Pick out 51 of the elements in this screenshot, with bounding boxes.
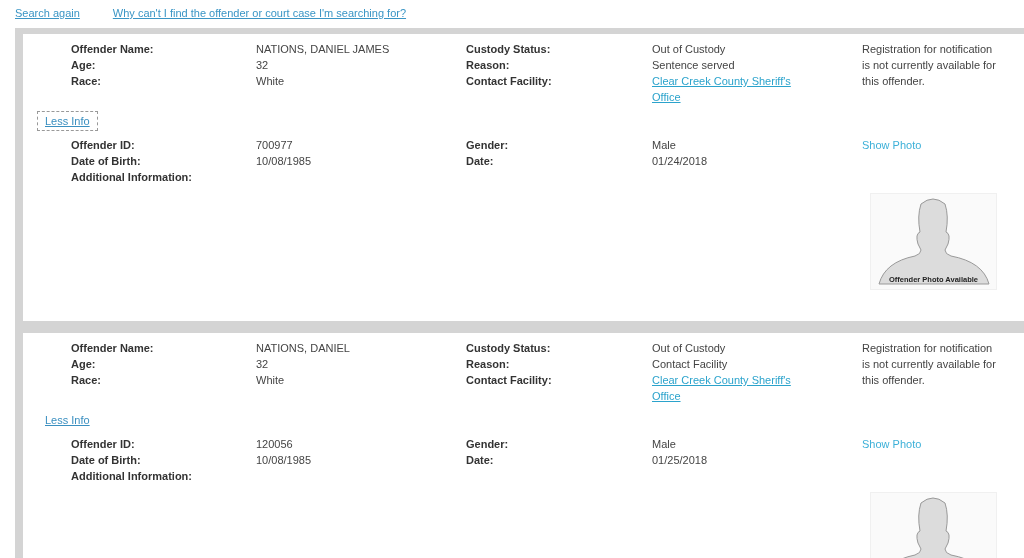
field-value: 01/24/2018 (652, 154, 709, 169)
field-value: 700977 (256, 138, 294, 153)
field-value: 01/25/2018 (652, 453, 709, 468)
notice-text: Registration for notification is not currently available for this offender. (862, 341, 997, 388)
field-label: Race: (71, 373, 102, 388)
field-label: Race: (71, 74, 102, 89)
field-label: Offender ID: (71, 138, 136, 153)
field-value: Male (652, 437, 677, 452)
field-value: Contact Facility (652, 357, 729, 372)
field-label: Date: (466, 453, 495, 468)
field-value: 10/08/1985 (256, 154, 313, 169)
facility-link[interactable]: Clear Creek County Sheriff's Office (652, 372, 802, 404)
field-label: Offender Name: (71, 42, 155, 57)
field-label: Custody Status: (466, 341, 552, 356)
field-label: Reason: (466, 357, 511, 372)
field-label: Age: (71, 58, 97, 73)
field-value: Out of Custody (652, 42, 727, 57)
notice-text: Registration for notification is not currently available for this offender. (862, 42, 997, 89)
field-label: Custody Status: (466, 42, 552, 57)
field-label: Contact Facility: (466, 74, 553, 89)
field-value: 10/08/1985 (256, 453, 313, 468)
field-value: Out of Custody (652, 341, 727, 356)
field-label: Date of Birth: (71, 154, 142, 169)
field-label: Date: (466, 154, 495, 169)
field-label: Date of Birth: (71, 453, 142, 468)
facility-link[interactable]: Clear Creek County Sheriff's Office (652, 73, 802, 105)
field-value: NATIONS, DANIEL JAMES (256, 42, 391, 57)
field-label: Offender ID: (71, 437, 136, 452)
text-link[interactable]: Why can't I find the offender or court case I'm searching for? (112, 7, 407, 28)
field-value: Male (652, 138, 677, 153)
field-label: Gender: (466, 138, 510, 153)
field-value: 32 (256, 58, 270, 73)
field-label: Additional Information: (71, 170, 193, 185)
text-link[interactable]: Search again (15, 7, 80, 28)
field-label: Age: (71, 357, 97, 372)
show-photo-link[interactable]: Show Photo (862, 137, 1022, 153)
field-value: White (256, 74, 286, 89)
field-value: 32 (256, 357, 270, 372)
field-value: 120056 (256, 437, 294, 452)
field-label: Contact Facility: (466, 373, 553, 388)
show-photo-link[interactable]: Show Photo (862, 436, 1022, 452)
less-info-link[interactable]: Less Info (37, 410, 98, 430)
field-value: White (256, 373, 286, 388)
field-label: Gender: (466, 437, 510, 452)
less-info-link[interactable]: Less Info (37, 111, 98, 131)
field-label: Reason: (466, 58, 511, 73)
field-label: Additional Information: (71, 469, 193, 484)
field-value: Sentence served (652, 58, 736, 73)
silhouette-icon (878, 198, 990, 285)
field-label: Offender Name: (71, 341, 155, 356)
field-value: NATIONS, DANIEL (256, 341, 351, 356)
